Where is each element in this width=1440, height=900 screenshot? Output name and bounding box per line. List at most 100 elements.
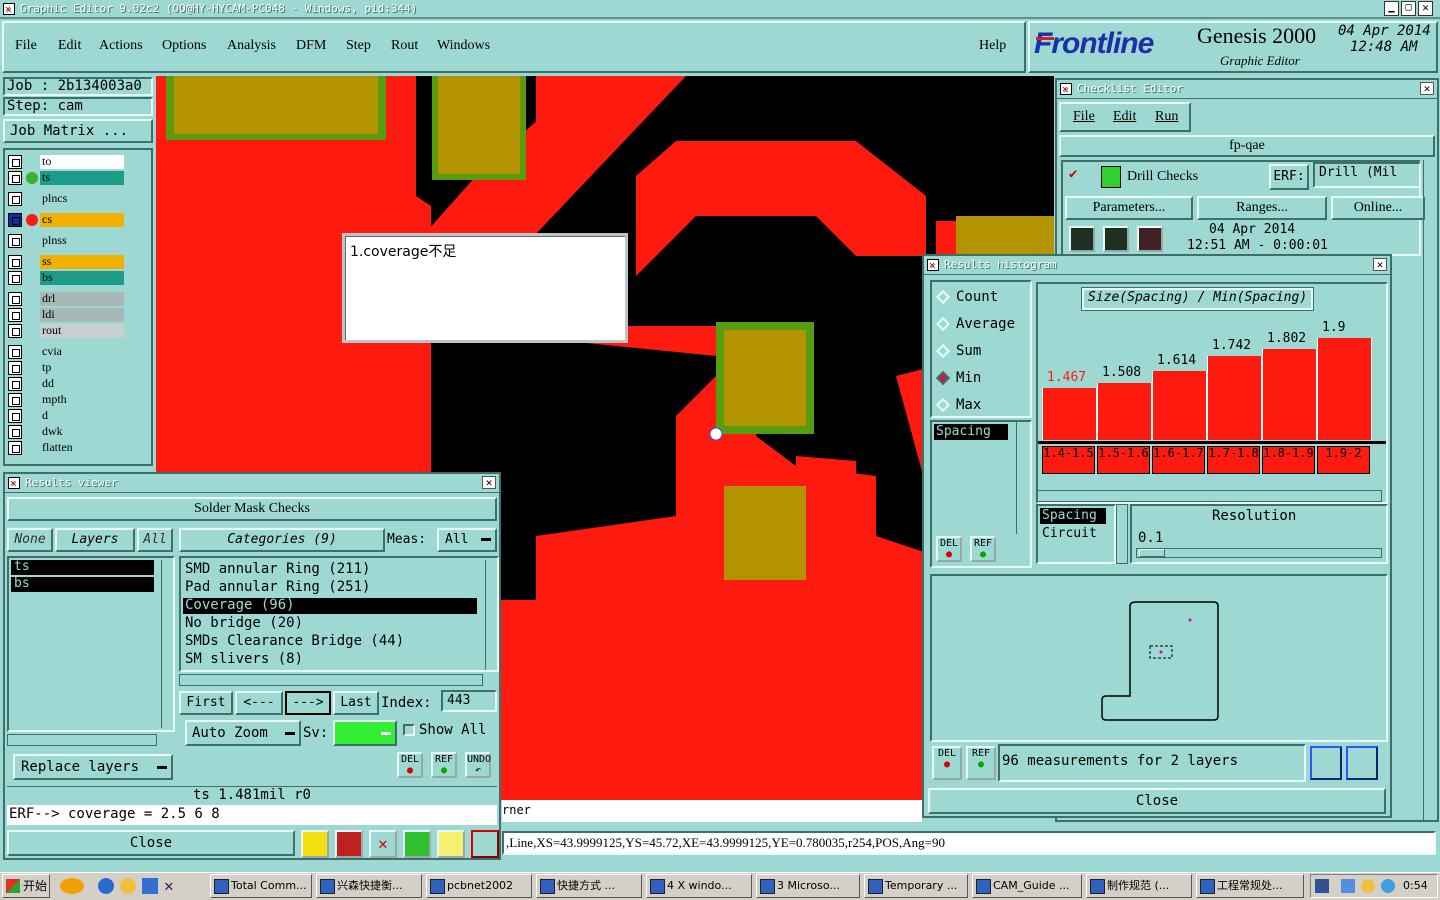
category-item[interactable]: SM slivers (8) [183,652,477,668]
menu-actions[interactable]: Actions [99,38,143,54]
tray-app-icon[interactable] [1361,879,1375,893]
preview-ref-icon[interactable]: REF ● [966,746,996,780]
report-icon[interactable] [403,830,431,858]
bin-label[interactable]: 1.7-1.8 [1207,446,1260,474]
taskbar-item[interactable]: 3 Microso... [756,874,860,898]
layer-checkbox[interactable] [8,409,22,423]
layer-name[interactable]: to [40,155,124,169]
check-mark-icon[interactable]: ✔ [1069,166,1077,182]
ie-icon[interactable] [98,878,114,894]
layer-row-bs[interactable]: bs [8,271,124,285]
checklist-close-icon[interactable]: ✕ [1420,82,1434,95]
chart-icon[interactable] [301,830,329,858]
taskbar-item[interactable]: 制作规范 (... [1086,874,1192,898]
layer-checkbox[interactable] [8,361,22,375]
histogram-bar[interactable] [1097,383,1152,440]
tray-app2-icon[interactable] [1381,879,1395,893]
checklist-scrollbar[interactable] [1423,160,1437,820]
layer-list-scrollbar[interactable] [161,560,173,728]
layer-name[interactable]: dwk [40,425,124,439]
radio-icon[interactable] [935,316,951,332]
bin-label[interactable]: 1.8-1.9 [1262,446,1315,474]
online-button[interactable]: Online... [1331,196,1425,220]
show-all-checkbox[interactable] [403,724,415,736]
results-layer-item[interactable]: bs [11,577,154,592]
layer-row-tp[interactable]: tp [8,361,124,375]
layer-name[interactable]: cvia [40,345,124,359]
layer-name[interactable]: cs [40,213,124,227]
results-viewer-close-icon[interactable]: ✕ [482,476,496,489]
histogram-close-button[interactable]: Close [928,788,1386,814]
layer-checkbox[interactable] [8,393,22,407]
qq-icon[interactable] [60,878,84,894]
layer-checkbox[interactable] [8,192,22,206]
layer-list-scroll[interactable] [128,150,150,464]
results-close-button[interactable]: Close [7,830,295,856]
category-list-hscroll[interactable] [179,674,483,686]
menu-dfm[interactable]: DFM [296,38,326,54]
histogram-close-icon[interactable]: ✕ [1373,258,1387,271]
layer-list-hscroll[interactable] [7,734,157,746]
menu-options[interactable]: Options [162,38,206,54]
layer-row-ss[interactable]: ss [8,255,124,269]
first-button[interactable]: First [179,691,233,715]
layer-name[interactable]: ldi [40,308,124,322]
last-button[interactable]: Last [333,691,379,715]
mode-option-sum[interactable]: Sum [935,342,1028,362]
taskbar-item[interactable]: 兴森快捷衡... [316,874,422,898]
replace-layers-select[interactable]: Replace layers [13,754,173,780]
minimize-icon[interactable]: ▁ [1384,1,1399,16]
slider-handle[interactable] [1139,549,1165,557]
clock-icon[interactable] [120,878,136,894]
layer-row-dwk[interactable]: dwk [8,425,124,439]
layer-name[interactable]: plnss [40,234,124,248]
ranges-button[interactable]: Ranges... [1197,196,1327,220]
taskbar-item[interactable]: Temporary ... [864,874,968,898]
layer-row-plnss[interactable]: plnss [8,234,124,248]
mode-option-average[interactable]: Average [935,315,1028,335]
checklist-menu-file[interactable]: File [1073,109,1095,125]
checklist-menu-run[interactable]: Run [1155,109,1178,125]
layer-row-flatten[interactable]: flatten [8,441,124,455]
layer-row-cvia[interactable]: cvia [8,345,124,359]
layers-button[interactable]: Layers [55,528,135,552]
bin-label[interactable]: 1.5-1.6 [1097,446,1150,474]
network-icon[interactable] [1341,879,1355,893]
layer-name[interactable]: tp [40,361,124,375]
histogram-bar[interactable] [1207,356,1262,440]
delete-all-icon[interactable]: ✕ [369,830,397,858]
ref-icon[interactable]: REF ● [431,752,457,778]
app-icon-small[interactable] [142,878,158,894]
layer-checkbox[interactable] [8,425,22,439]
next-button[interactable]: ---> [285,691,331,715]
category-list-scrollbar[interactable] [485,560,497,670]
layer-checkbox[interactable] [8,155,22,169]
layer-checkbox[interactable] [8,234,22,248]
histogram-bar[interactable] [1042,388,1097,440]
layer-checkbox[interactable] [8,308,22,322]
zoom-window-icon[interactable] [1310,746,1342,780]
resolution-slider[interactable] [1136,548,1382,558]
attribute-scrollbar[interactable] [1116,504,1128,564]
meas-select[interactable]: All [437,528,497,552]
menu-file[interactable]: File [15,38,37,54]
all-button[interactable]: All [137,528,173,552]
categories-button[interactable]: Categories (9) [179,528,385,552]
stop-icon[interactable] [1137,226,1163,252]
notes-icon[interactable] [437,830,465,858]
layer-row-cs[interactable]: cs [8,213,124,227]
run-step-icon[interactable] [1103,226,1129,252]
category-item[interactable]: No bridge (20) [183,616,477,632]
hist-del-icon[interactable]: DEL ● [936,536,962,562]
layer-checkbox[interactable] [8,377,22,391]
menu-rout[interactable]: Rout [391,38,418,54]
taskbar-item[interactable]: 4 X windo... [646,874,752,898]
taskbar-item[interactable]: CAM_Guide ... [972,874,1082,898]
erf-value[interactable]: Drill (Mil [1313,162,1421,188]
layer-checkbox[interactable] [8,255,22,269]
attribute-item[interactable]: Spacing [1040,508,1106,524]
menu-analysis[interactable]: Analysis [227,38,276,54]
layer-row-ts[interactable]: ts [8,171,124,185]
layer-row-plncs[interactable]: plncs [8,192,124,206]
mode-option-count[interactable]: Count [935,288,1028,308]
